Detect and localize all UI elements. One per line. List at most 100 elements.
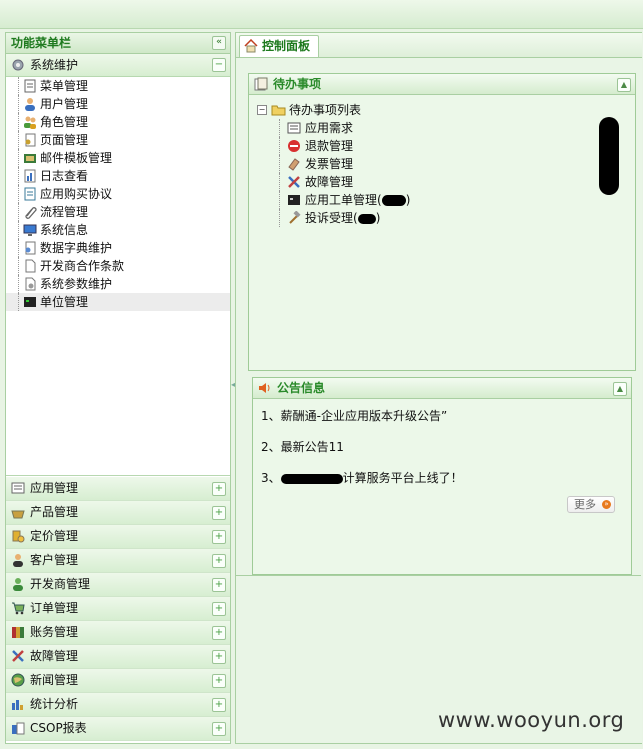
sidebar-item-logs[interactable]: 日志查看: [6, 167, 230, 185]
user-icon: [25, 98, 35, 111]
group-label: CSOP报表: [30, 721, 87, 735]
group-label: 新闻管理: [30, 673, 79, 687]
todo-item-complaints[interactable]: 投诉受理(): [249, 209, 635, 227]
group-label: 订单管理: [30, 601, 79, 615]
sidebar-item-label: 单位管理: [40, 295, 89, 309]
group-expand-toggle[interactable]: +: [212, 650, 226, 664]
hammer-icon: [289, 211, 301, 224]
group-expand-toggle[interactable]: +: [212, 722, 226, 736]
tools-icon: [288, 176, 300, 188]
more-news-button[interactable]: 更多 »: [567, 496, 615, 513]
group-expand-toggle[interactable]: +: [212, 698, 226, 712]
sidebar-item-label: 系统参数维护: [40, 277, 113, 291]
todo-item-label: 应用工单管理: [305, 193, 378, 207]
todo-item-app-requirements[interactable]: 应用需求: [249, 119, 635, 137]
panel-collapse-button[interactable]: ▲: [613, 382, 627, 396]
developer-icon: [13, 578, 23, 591]
todo-item-refunds[interactable]: 退款管理: [249, 137, 635, 155]
sidebar-item-label: 角色管理: [40, 115, 89, 129]
todo-item-faults[interactable]: 故障管理: [249, 173, 635, 191]
todo-panel-title: 待办事项: [273, 77, 322, 91]
book-key-icon: [25, 241, 36, 255]
system-menu-list: 菜单管理 用户管理 角色管理 页面管理 邮件模板管理 日志查看 应用购买协议 流…: [6, 77, 230, 476]
group-expand-toggle[interactable]: +: [212, 674, 226, 688]
sidebar-item-label: 应用购买协议: [40, 187, 113, 201]
group-system-maintenance[interactable]: 系统维护 −: [6, 54, 230, 77]
sidebar-item-system-params[interactable]: 系统参数维护: [6, 275, 230, 293]
group-expand-toggle[interactable]: +: [212, 506, 226, 520]
group-label: 开发商管理: [30, 577, 91, 591]
group-expand-toggle[interactable]: +: [212, 554, 226, 568]
group-collapse-toggle[interactable]: −: [212, 58, 226, 72]
sidebar-item-label: 日志查看: [40, 169, 89, 183]
gear-icon: [12, 59, 24, 71]
todo-item-app-tickets[interactable]: 应用工单管理(): [249, 191, 635, 209]
blank-page-icon: [25, 259, 36, 273]
mail-icon: [24, 154, 36, 163]
news-panel-header: 公告信息 ▲: [253, 378, 631, 399]
group-news-management[interactable]: 新闻管理 +: [6, 669, 230, 693]
customer-icon: [13, 554, 23, 567]
tree-collapse-toggle[interactable]: −: [257, 105, 267, 115]
group-expand-toggle[interactable]: +: [212, 482, 226, 496]
todo-item-invoices[interactable]: 发票管理: [249, 155, 635, 173]
sidebar-item-label: 用户管理: [40, 97, 89, 111]
tab-control-panel[interactable]: 控制面板: [239, 35, 320, 57]
bar-stats-icon: [12, 700, 23, 710]
sidebar-item-roles[interactable]: 角色管理: [6, 113, 230, 131]
group-product-management[interactable]: 产品管理 +: [6, 501, 230, 525]
agreement-icon: [24, 187, 36, 201]
sidebar-item-units[interactable]: 单位管理: [6, 293, 230, 311]
sidebar-item-pages[interactable]: 页面管理: [6, 131, 230, 149]
sidebar-item-label: 数据字典维护: [40, 241, 113, 255]
sidebar-item-data-dictionary[interactable]: 数据字典维护: [6, 239, 230, 257]
news-list: 1、薪酬通-企业应用版本升级公告” 2、最新公告11 3、 计算服务平台上线了！: [253, 399, 631, 502]
group-app-management[interactable]: 应用管理 +: [6, 477, 230, 501]
news-item[interactable]: 2、最新公告11: [261, 440, 631, 471]
group-fault-management[interactable]: 故障管理 +: [6, 645, 230, 669]
group-label: 定价管理: [30, 529, 79, 543]
cart-icon: [12, 602, 25, 615]
sidebar-collapse-button[interactable]: «: [212, 36, 226, 50]
group-expand-toggle[interactable]: +: [212, 602, 226, 616]
todo-item-label: 故障管理: [305, 175, 354, 189]
app-icon: [11, 482, 25, 494]
group-csop-reports[interactable]: CSOP报表 +: [6, 717, 230, 741]
more-label: 更多: [574, 498, 596, 511]
group-accounting-management[interactable]: 账务管理 +: [6, 621, 230, 645]
sidebar-item-workflow[interactable]: 流程管理: [6, 203, 230, 221]
panel-collapse-button[interactable]: ▲: [617, 78, 631, 92]
group-pricing-management[interactable]: 定价管理 +: [6, 525, 230, 549]
group-developer-management[interactable]: 开发商管理 +: [6, 573, 230, 597]
group-order-management[interactable]: 订单管理 +: [6, 597, 230, 621]
group-label: 故障管理: [30, 649, 79, 663]
sidebar-groups: 应用管理 + 产品管理 + 定价管理 + 客户管理 + 开发商管理 + 订单管理…: [6, 477, 230, 741]
todo-tree-root[interactable]: − 待办事项列表: [249, 101, 635, 119]
sidebar-item-developer-terms[interactable]: 开发商合作条款: [6, 257, 230, 275]
eraser-icon: [288, 158, 300, 171]
group-label: 客户管理: [30, 553, 79, 567]
group-customer-management[interactable]: 客户管理 +: [6, 549, 230, 573]
todo-tree: − 待办事项列表 应用需求 退款管理 发票管理 故障管理 应用工单管理() 投…: [249, 95, 635, 227]
main-area: 控制面板 待办事项 ▲ − 待办事项列表 应用需求 退款管理 发票管理 故障管理…: [235, 32, 642, 744]
sidebar-item-label: 菜单管理: [40, 79, 89, 93]
sidebar-item-label: 开发商合作条款: [40, 259, 125, 273]
tab-label: 控制面板: [262, 39, 311, 53]
group-expand-toggle[interactable]: +: [212, 530, 226, 544]
group-label: 账务管理: [30, 625, 79, 639]
sidebar-item-system-info[interactable]: 系统信息: [6, 221, 230, 239]
redaction-mark: [599, 117, 619, 195]
sidebar-item-users[interactable]: 用户管理: [6, 95, 230, 113]
sidebar-item-label: 流程管理: [40, 205, 89, 219]
sidebar-item-purchase-agreement[interactable]: 应用购买协议: [6, 185, 230, 203]
arrow-right-icon: »: [602, 500, 611, 509]
sidebar-item-menu[interactable]: 菜单管理: [6, 77, 230, 95]
folder-open-icon: [271, 105, 286, 116]
chart-doc-icon: [24, 169, 36, 183]
news-item[interactable]: 1、薪酬通-企业应用版本升级公告”: [261, 409, 631, 440]
sidebar-item-mail-templates[interactable]: 邮件模板管理: [6, 149, 230, 167]
group-expand-toggle[interactable]: +: [212, 578, 226, 592]
calendar-icon: [254, 77, 268, 91]
group-statistics[interactable]: 统计分析 +: [6, 693, 230, 717]
group-expand-toggle[interactable]: +: [212, 626, 226, 640]
